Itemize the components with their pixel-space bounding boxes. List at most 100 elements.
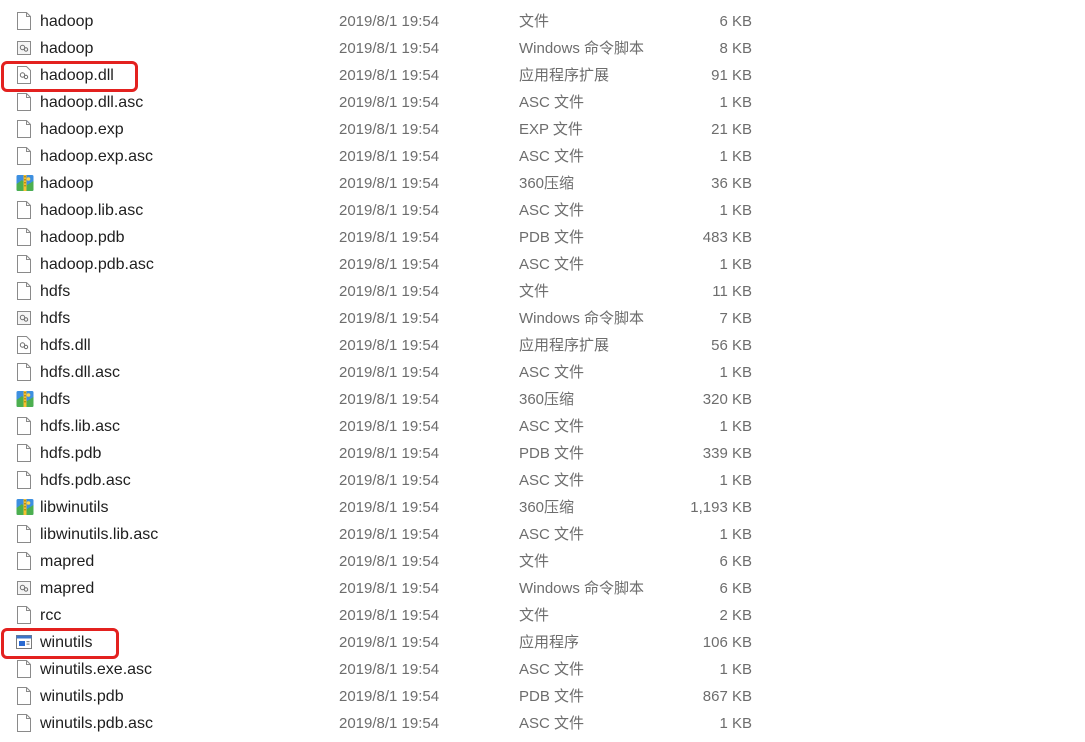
file-size: 91 KB: [711, 67, 752, 84]
blank-file-icon: [16, 714, 32, 732]
file-row[interactable]: winutils.exe.asc 2019/8/1 19:54 ASC 文件 1 KB: [0, 656, 1085, 683]
blank-file-icon: [16, 444, 32, 462]
file-row[interactable]: hdfs.dll 2019/8/1 19:54 应用程序扩展 56 KB: [0, 332, 1085, 359]
highlight-box: [1, 628, 119, 659]
file-name: hadoop: [40, 13, 94, 30]
file-name: libwinutils: [40, 499, 109, 516]
file-date-modified: 2019/8/1 19:54: [339, 553, 440, 570]
file-type: EXP 文件: [519, 121, 583, 138]
blank-file-icon: [16, 552, 32, 570]
file-size: 56 KB: [711, 337, 752, 354]
file-row[interactable]: hadoop 2019/8/1 19:54 360压缩 36 KB: [0, 170, 1085, 197]
file-size: 6 KB: [719, 13, 752, 30]
file-row[interactable]: mapred 2019/8/1 19:54 文件 6 KB: [0, 548, 1085, 575]
file-date-modified: 2019/8/1 19:54: [339, 121, 440, 138]
file-name: rcc: [40, 607, 62, 624]
file-size: 320 KB: [702, 391, 752, 408]
archive-file-icon: [16, 174, 34, 192]
file-name: winutils.pdb: [40, 688, 124, 705]
file-row[interactable]: winutils.pdb 2019/8/1 19:54 PDB 文件 867 KB: [0, 683, 1085, 710]
file-size: 1 KB: [719, 364, 752, 381]
file-name: hdfs.lib.asc: [40, 418, 121, 435]
file-row[interactable]: hdfs.dll.asc 2019/8/1 19:54 ASC 文件 1 KB: [0, 359, 1085, 386]
archive-file-icon: [16, 498, 34, 516]
file-type: 文件: [519, 13, 550, 30]
file-type: 360压缩: [519, 499, 575, 516]
blank-file-icon: [16, 660, 32, 678]
file-row[interactable]: libwinutils 2019/8/1 19:54 360压缩 1,193 KB: [0, 494, 1085, 521]
file-size: 2 KB: [719, 607, 752, 624]
file-size: 6 KB: [719, 580, 752, 597]
file-row[interactable]: hadoop 2019/8/1 19:54 文件 6 KB: [0, 8, 1085, 35]
blank-file-icon: [16, 417, 32, 435]
file-date-modified: 2019/8/1 19:54: [339, 337, 440, 354]
file-type: PDB 文件: [519, 229, 585, 246]
file-type: 文件: [519, 553, 550, 570]
file-row[interactable]: rcc 2019/8/1 19:54 文件 2 KB: [0, 602, 1085, 629]
file-row[interactable]: hdfs 2019/8/1 19:54 360压缩 320 KB: [0, 386, 1085, 413]
file-size: 8 KB: [719, 40, 752, 57]
file-name: hadoop.exp.asc: [40, 148, 153, 165]
file-size: 339 KB: [702, 445, 752, 462]
file-row[interactable]: hadoop.exp 2019/8/1 19:54 EXP 文件 21 KB: [0, 116, 1085, 143]
file-date-modified: 2019/8/1 19:54: [339, 229, 440, 246]
file-row[interactable]: hadoop.dll.asc 2019/8/1 19:54 ASC 文件 1 KB: [0, 89, 1085, 116]
file-size: 36 KB: [711, 175, 752, 192]
file-row[interactable]: hadoop.exp.asc 2019/8/1 19:54 ASC 文件 1 KB: [0, 143, 1085, 170]
file-date-modified: 2019/8/1 19:54: [339, 13, 440, 30]
file-row[interactable]: hdfs 2019/8/1 19:54 Windows 命令脚本 7 KB: [0, 305, 1085, 332]
file-date-modified: 2019/8/1 19:54: [339, 634, 440, 651]
file-name: libwinutils.lib.asc: [40, 526, 159, 543]
script-file-icon: [16, 39, 32, 57]
file-type: ASC 文件: [519, 364, 585, 381]
file-date-modified: 2019/8/1 19:54: [339, 580, 440, 597]
file-size: 11 KB: [712, 283, 752, 300]
file-list: hadoop 2019/8/1 19:54 文件 6 KB hadoop 2019/8/1…: [0, 8, 1085, 737]
file-name: hdfs.pdb: [40, 445, 102, 462]
file-date-modified: 2019/8/1 19:54: [339, 256, 440, 273]
file-type: ASC 文件: [519, 94, 585, 111]
file-date-modified: 2019/8/1 19:54: [339, 526, 440, 543]
file-size: 1 KB: [719, 148, 752, 165]
file-row[interactable]: hadoop.lib.asc 2019/8/1 19:54 ASC 文件 1 KB: [0, 197, 1085, 224]
file-name: hadoop: [40, 40, 94, 57]
blank-file-icon: [16, 525, 32, 543]
file-date-modified: 2019/8/1 19:54: [339, 364, 440, 381]
file-date-modified: 2019/8/1 19:54: [339, 607, 440, 624]
file-row[interactable]: winutils 2019/8/1 19:54 应用程序 106 KB: [0, 629, 1085, 656]
file-name: winutils.pdb.asc: [40, 715, 153, 732]
blank-file-icon: [16, 120, 32, 138]
highlight-box: [1, 61, 138, 92]
file-row[interactable]: hadoop.pdb 2019/8/1 19:54 PDB 文件 483 KB: [0, 224, 1085, 251]
file-row[interactable]: hdfs.lib.asc 2019/8/1 19:54 ASC 文件 1 KB: [0, 413, 1085, 440]
archive-file-icon: [16, 390, 34, 408]
file-name: hadoop.lib.asc: [40, 202, 144, 219]
file-date-modified: 2019/8/1 19:54: [339, 67, 440, 84]
file-size: 1 KB: [719, 526, 752, 543]
file-row[interactable]: hadoop 2019/8/1 19:54 Windows 命令脚本 8 KB: [0, 35, 1085, 62]
file-row[interactable]: winutils.pdb.asc 2019/8/1 19:54 ASC 文件 1 KB: [0, 710, 1085, 737]
file-name: hdfs: [40, 391, 71, 408]
file-size: 1 KB: [719, 661, 752, 678]
file-name: hadoop.pdb.asc: [40, 256, 154, 273]
file-name: hdfs.pdb.asc: [40, 472, 131, 489]
file-type: ASC 文件: [519, 472, 585, 489]
dll-file-icon: [16, 336, 32, 354]
file-size: 106 KB: [702, 634, 752, 651]
file-row[interactable]: hadoop.pdb.asc 2019/8/1 19:54 ASC 文件 1 KB: [0, 251, 1085, 278]
file-row[interactable]: hadoop.dll 2019/8/1 19:54 应用程序扩展 91 KB: [0, 62, 1085, 89]
file-type: 应用程序扩展: [519, 337, 610, 354]
file-date-modified: 2019/8/1 19:54: [339, 445, 440, 462]
file-row[interactable]: hdfs.pdb.asc 2019/8/1 19:54 ASC 文件 1 KB: [0, 467, 1085, 494]
script-file-icon: [16, 579, 32, 597]
file-name: hadoop.exp: [40, 121, 124, 138]
file-date-modified: 2019/8/1 19:54: [339, 94, 440, 111]
file-row[interactable]: hdfs.pdb 2019/8/1 19:54 PDB 文件 339 KB: [0, 440, 1085, 467]
file-row[interactable]: mapred 2019/8/1 19:54 Windows 命令脚本 6 KB: [0, 575, 1085, 602]
file-row[interactable]: libwinutils.lib.asc 2019/8/1 19:54 ASC 文件 1…: [0, 521, 1085, 548]
file-date-modified: 2019/8/1 19:54: [339, 175, 440, 192]
file-row[interactable]: hdfs 2019/8/1 19:54 文件 11 KB: [0, 278, 1085, 305]
blank-file-icon: [16, 93, 32, 111]
file-date-modified: 2019/8/1 19:54: [339, 148, 440, 165]
file-date-modified: 2019/8/1 19:54: [339, 418, 440, 435]
